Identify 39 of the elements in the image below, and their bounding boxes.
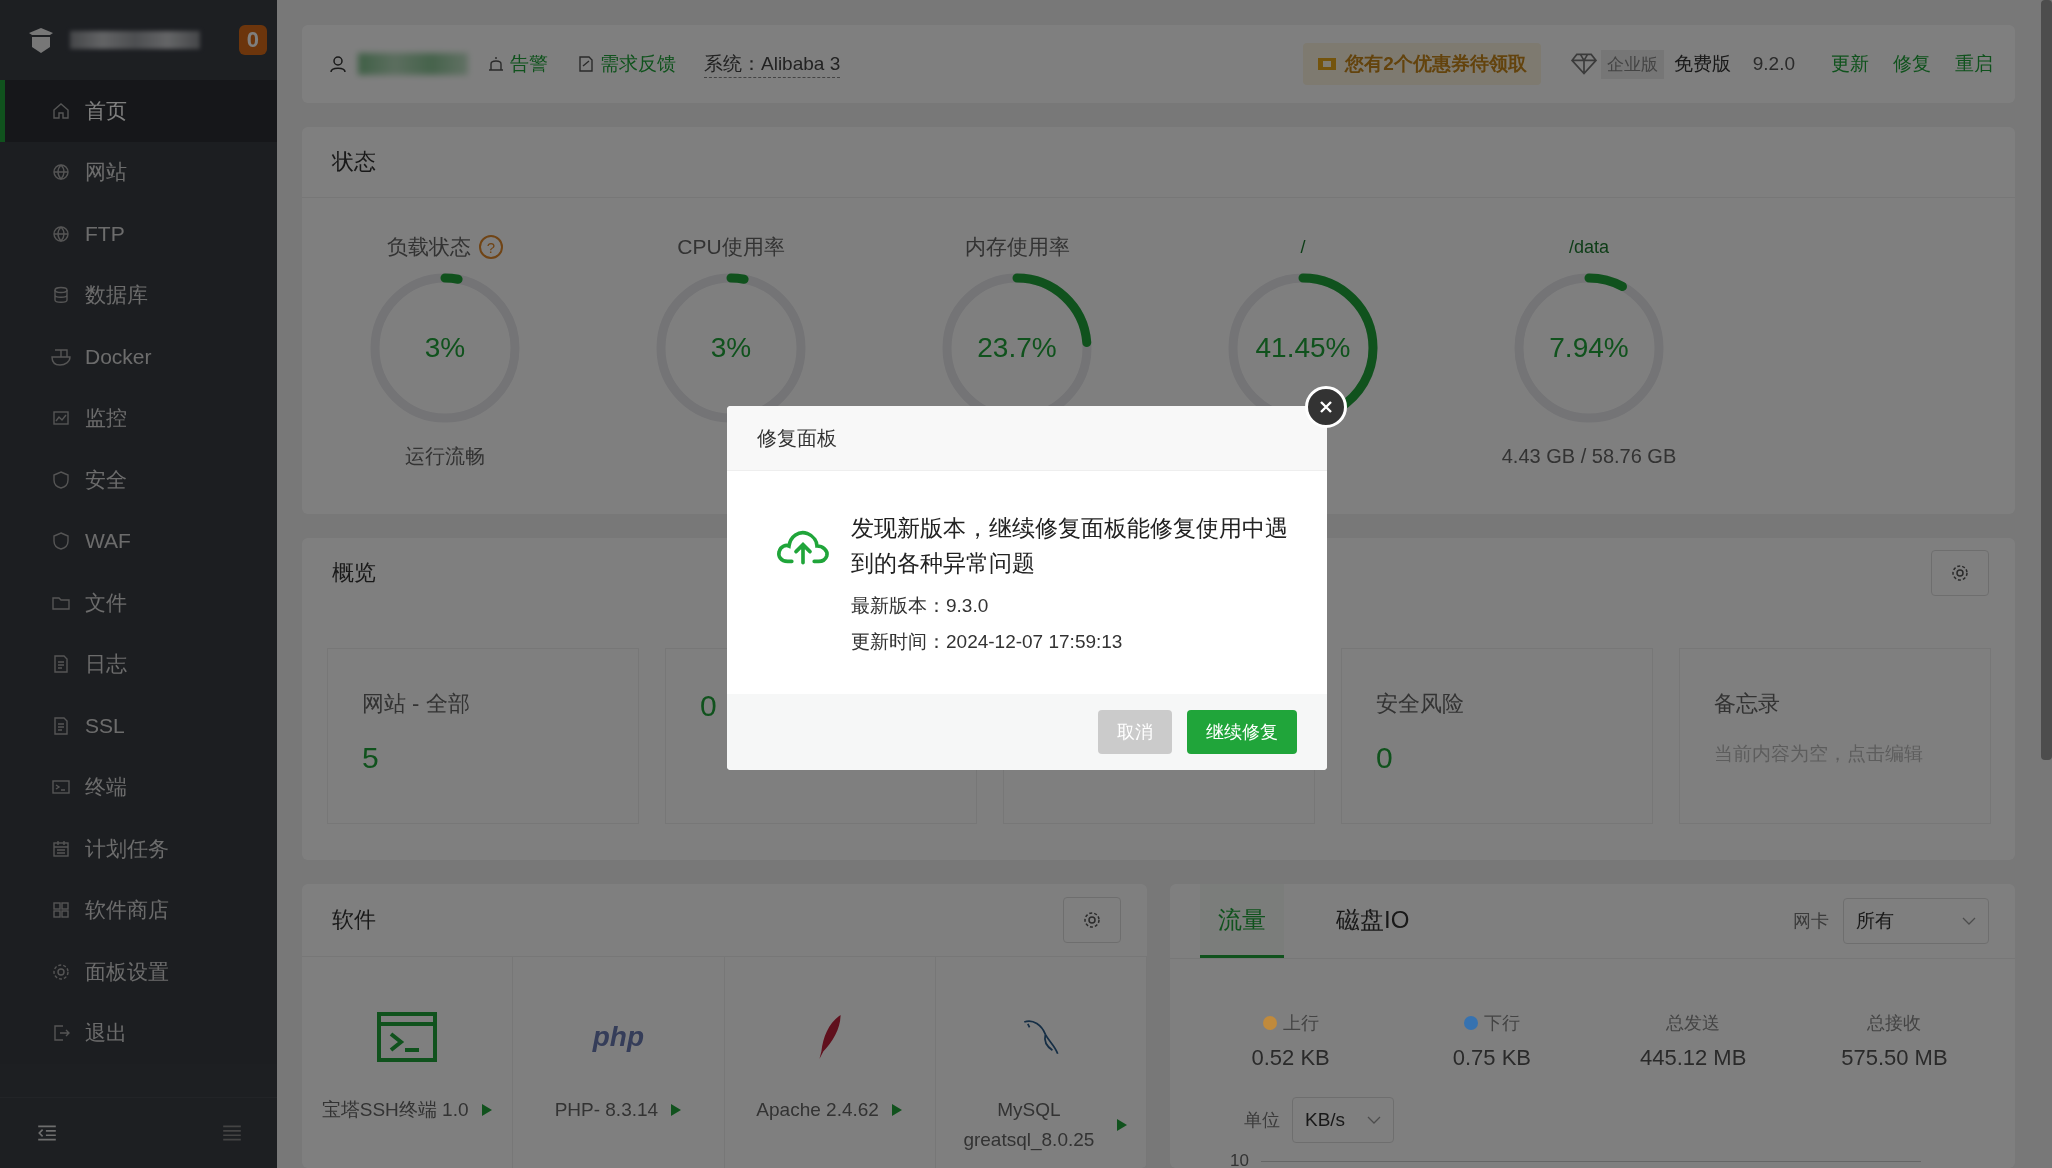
edition-label: 免费版 (1673, 52, 1731, 76)
tile-title: 安全风险 (1376, 690, 1465, 718)
nic-label: 网卡 (1793, 910, 1829, 933)
version-label: 9.2.0 (1752, 53, 1795, 75)
tile-value: 0 (1376, 741, 1394, 775)
gauge-title: CPU使用率 (677, 234, 785, 260)
tile-value: 5 (362, 741, 380, 775)
gauge-reading: 运行流畅 (405, 443, 485, 469)
stat-value: 575.50 MB (1841, 1045, 1948, 1071)
gauge-value: 3% (424, 332, 466, 364)
stat-value: 445.12 MB (1639, 1045, 1747, 1071)
gauge-value: 23.7% (977, 332, 1057, 364)
gauge-title: / (1300, 236, 1306, 258)
axis-tick-label: 10 (1230, 1151, 1249, 1168)
card-title: 概览 (332, 559, 376, 587)
stat-value: 0.75 KB (1452, 1045, 1531, 1071)
stat-label: 总发送 (1666, 1012, 1721, 1035)
card-title: 状态 (302, 127, 2015, 198)
gauge-value: 7.94% (1549, 332, 1629, 364)
dialog-detail: 更新时间：2024-12-07 17:59:13 (851, 630, 1124, 654)
card-title: 软件 (332, 906, 376, 934)
php-logo: php (592, 1021, 645, 1053)
tile-title: 备忘录 (1714, 690, 1781, 718)
gauge-reading: 4.43 GB / 58.76 GB (1501, 444, 1677, 468)
gauge-title: /data (1568, 236, 1609, 258)
tile-value: 0 (700, 689, 718, 723)
dialog-detail: 最新版本：9.3.0 (851, 594, 990, 618)
unit-label: 单位 (1244, 1109, 1280, 1132)
dialog-message: 发现新版本，继续修复面板能修复使用中遇到的各种异常问题 (851, 514, 1289, 578)
stat-label: 下行 (1483, 1012, 1520, 1035)
gauge-value: 3% (710, 332, 752, 364)
stat-label: 总接收 (1867, 1012, 1922, 1035)
dialog-title: 修复面板 (757, 425, 837, 451)
gauge-title: 内存使用率 (964, 234, 1070, 260)
tile-title: 网站 - 全部 (362, 690, 471, 718)
stat-label: 上行 (1282, 1012, 1319, 1035)
stat-value: 0.52 KB (1251, 1045, 1330, 1071)
gauge-title: 负载状态 (387, 234, 471, 260)
gauge-value: 41.45% (1255, 332, 1351, 364)
